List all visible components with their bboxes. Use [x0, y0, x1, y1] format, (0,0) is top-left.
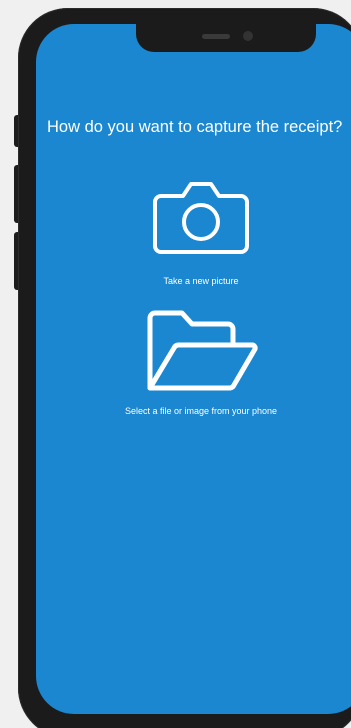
- capture-question-heading: How do you want to capture the receipt?: [47, 118, 343, 136]
- select-file-option[interactable]: Select a file or image from your phone: [36, 308, 351, 416]
- app-screen: How do you want to capture the receipt? …: [36, 24, 351, 714]
- folder-open-icon: [147, 310, 258, 391]
- speaker-grille: [202, 34, 230, 39]
- phone-notch: [136, 24, 316, 52]
- select-file-label: Select a file or image from your phone: [124, 406, 278, 416]
- front-camera-icon: [243, 31, 253, 41]
- device-mockup: How do you want to capture the receipt? …: [0, 0, 351, 728]
- camera-icon: [153, 182, 249, 254]
- take-picture-option[interactable]: Take a new picture: [36, 174, 351, 286]
- take-picture-label: Take a new picture: [163, 276, 239, 286]
